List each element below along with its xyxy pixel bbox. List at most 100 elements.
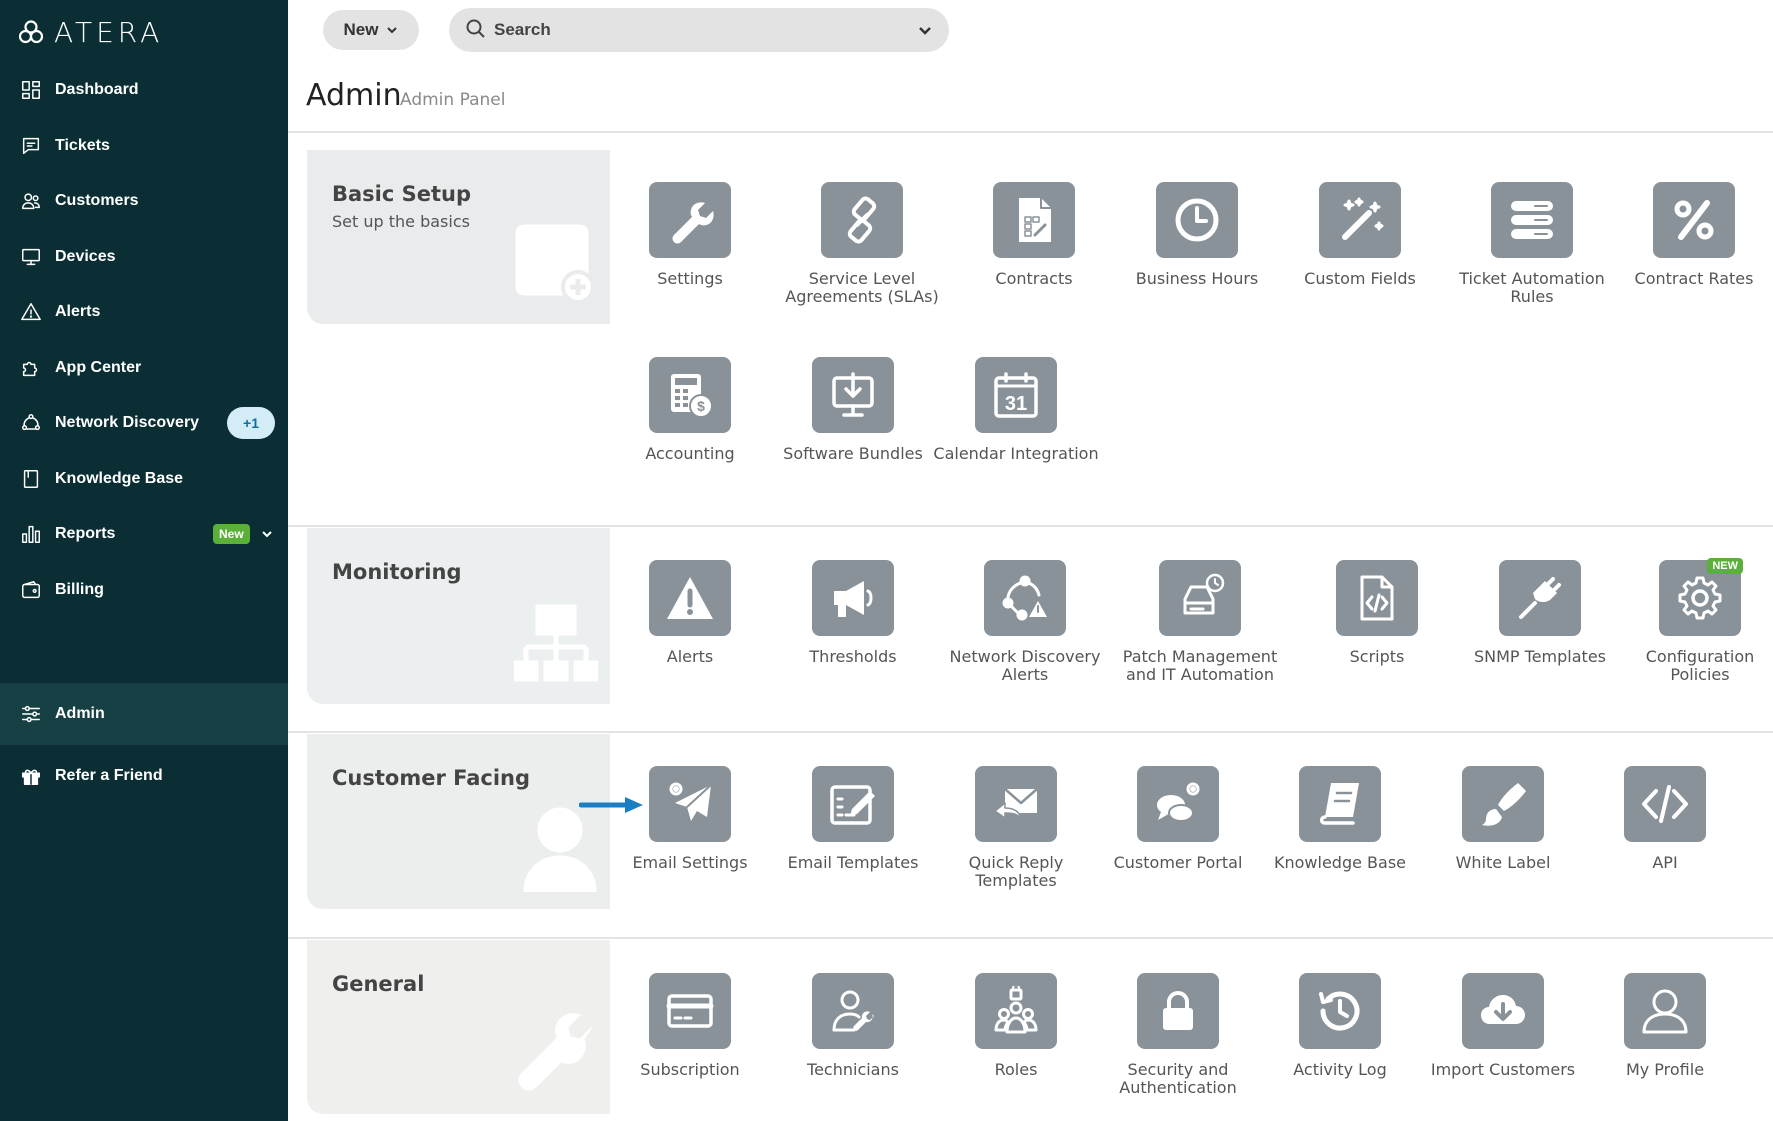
network-icon: [19, 411, 43, 435]
tile-alerts[interactable]: Alerts: [605, 560, 775, 666]
tile-technicians[interactable]: Technicians: [768, 973, 938, 1079]
book-icon: [19, 467, 43, 491]
gift-icon: [19, 764, 43, 788]
tile-label: Accounting: [645, 444, 735, 463]
tile-knowledge-base[interactable]: Knowledge Base: [1255, 766, 1425, 872]
tile-api[interactable]: API: [1580, 766, 1750, 872]
network-discovery-badge: +1: [227, 407, 275, 439]
tile-label: Service Level Agreements (SLAs): [785, 269, 939, 306]
tile-label: Roles: [994, 1060, 1038, 1079]
customers-icon: [19, 189, 43, 213]
svg-text:$: $: [697, 398, 705, 414]
tile-my-profile[interactable]: My Profile: [1580, 973, 1750, 1079]
tile-scripts[interactable]: Scripts: [1292, 560, 1462, 666]
sidebar-item-devices[interactable]: Devices: [0, 226, 288, 288]
new-badge: NEW: [1707, 558, 1743, 574]
page-subtitle: Admin Panel: [400, 90, 506, 110]
wrench-icon: [649, 182, 731, 258]
sidebar-item-label: Customers: [55, 192, 139, 209]
code-icon: [1624, 766, 1706, 842]
sidebar-item-label: Refer a Friend: [55, 767, 163, 784]
tile-label: Technicians: [807, 1060, 899, 1079]
sidebar-item-dashboard[interactable]: Dashboard: [0, 59, 288, 121]
page-title: Admin: [306, 78, 402, 113]
sidebar-item-tickets[interactable]: Tickets: [0, 115, 288, 177]
tile-customer-portal[interactable]: Customer Portal: [1093, 766, 1263, 872]
tile-custom-fields[interactable]: Custom Fields: [1275, 182, 1445, 288]
dashboard-icon: [19, 78, 43, 102]
sidebar-item-customers[interactable]: Customers: [0, 170, 288, 232]
tile-thresholds[interactable]: Thresholds: [768, 560, 938, 666]
new-button[interactable]: New: [323, 10, 419, 50]
tile-security-authentication[interactable]: Security and Authentication: [1093, 973, 1263, 1097]
sidebar-item-knowledge-base[interactable]: Knowledge Base: [0, 448, 288, 510]
sidebar-item-app-center[interactable]: App Center: [0, 337, 288, 399]
tile-contracts[interactable]: Contracts: [949, 182, 1119, 288]
tile-contract-rates[interactable]: Contract Rates: [1619, 182, 1769, 288]
arrow-right-icon: [579, 797, 643, 813]
sidebar-item-label: Billing: [55, 581, 104, 598]
server-stack-icon: [1491, 182, 1573, 258]
tile-software-bundles[interactable]: Software Bundles: [768, 357, 938, 463]
tile-slas[interactable]: Service Level Agreements (SLAs): [777, 182, 947, 306]
sidebar-item-label: Devices: [55, 248, 116, 265]
tile-label: Software Bundles: [783, 444, 923, 463]
sidebar-item-network-discovery[interactable]: Network Discovery +1: [0, 392, 288, 454]
atera-logo-icon: [18, 20, 44, 44]
tile-business-hours[interactable]: Business Hours: [1112, 182, 1282, 288]
tile-label: Security and Authentication: [1119, 1060, 1237, 1097]
tile-label: SNMP Templates: [1473, 647, 1606, 666]
tile-label: Scripts: [1349, 647, 1405, 666]
history-icon: [1299, 973, 1381, 1049]
section-title: Monitoring: [332, 560, 462, 584]
sidebar-item-refer-a-friend[interactable]: Refer a Friend: [0, 745, 288, 807]
sidebar-item-label: Tickets: [55, 137, 110, 154]
percent-icon: [1653, 182, 1735, 258]
divider: [288, 731, 1773, 733]
warning-icon: [649, 560, 731, 636]
lock-icon: [1137, 973, 1219, 1049]
patch-drive-icon: [1159, 560, 1241, 636]
chevron-down-icon[interactable]: [260, 527, 274, 541]
tile-label: Customer Portal: [1113, 853, 1243, 872]
tile-calendar-integration[interactable]: 31 Calendar Integration: [931, 357, 1101, 463]
tile-quick-reply-templates[interactable]: Quick Reply Templates: [931, 766, 1101, 890]
logo-text: ATERA: [54, 15, 164, 49]
atera-logo[interactable]: ATERA: [18, 14, 163, 50]
tile-patch-management[interactable]: Patch Management and IT Automation: [1120, 560, 1280, 684]
chevron-down-icon[interactable]: [917, 23, 933, 39]
search-bar[interactable]: Search: [449, 8, 949, 52]
tile-activity-log[interactable]: Activity Log: [1255, 973, 1425, 1079]
calendar-icon: 31: [975, 357, 1057, 433]
network-alert-icon: [984, 560, 1066, 636]
sidebar-item-reports[interactable]: Reports New: [0, 503, 288, 565]
tile-network-discovery-alerts[interactable]: Network Discovery Alerts: [940, 560, 1110, 684]
tile-white-label[interactable]: White Label: [1418, 766, 1588, 872]
tile-email-templates[interactable]: Email Templates: [768, 766, 938, 872]
search-label: Search: [494, 20, 551, 39]
section-customer-facing: Customer Facing: [307, 734, 610, 909]
tile-configuration-policies[interactable]: NEW Configuration Policies: [1627, 558, 1773, 684]
tile-import-customers[interactable]: Import Customers: [1418, 973, 1588, 1079]
tile-settings[interactable]: Settings: [605, 182, 775, 288]
puzzle-icon: [19, 356, 43, 380]
sidebar-item-label: Admin: [55, 705, 105, 722]
tile-accounting[interactable]: $ Accounting: [605, 357, 775, 463]
tile-email-settings[interactable]: Email Settings: [605, 766, 775, 872]
divider: [288, 937, 1773, 939]
tile-snmp-templates[interactable]: SNMP Templates: [1455, 560, 1625, 666]
roles-icon: [975, 973, 1057, 1049]
sidebar-item-billing[interactable]: Billing: [0, 559, 288, 621]
search-icon: [465, 18, 487, 40]
tile-ticket-automation-rules[interactable]: Ticket Automation Rules: [1447, 182, 1617, 306]
tile-roles[interactable]: Roles: [931, 973, 1101, 1079]
tile-subscription[interactable]: Subscription: [605, 973, 775, 1079]
tile-label: Activity Log: [1293, 1060, 1387, 1079]
section-monitoring: Monitoring: [307, 528, 610, 704]
ticket-chat-icon: [19, 134, 43, 158]
gear-icon: NEW: [1659, 558, 1743, 636]
sidebar-item-admin[interactable]: Admin: [0, 683, 288, 745]
divider: [288, 525, 1773, 527]
sidebar-item-alerts[interactable]: Alerts: [0, 281, 288, 343]
clock-icon: [1156, 182, 1238, 258]
